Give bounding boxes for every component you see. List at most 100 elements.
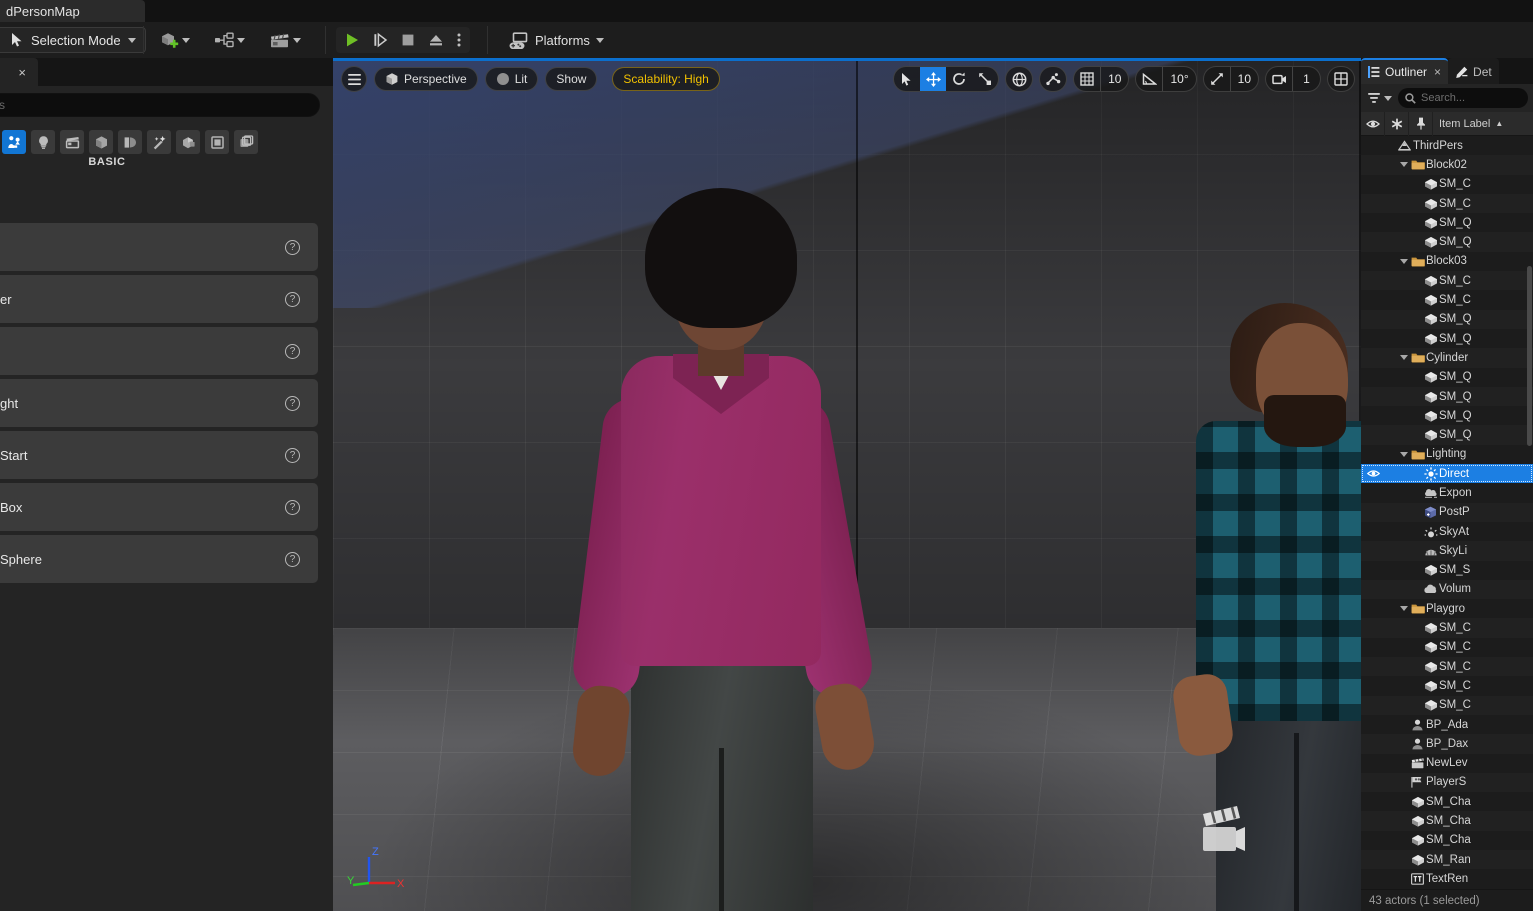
category-tab-all-classes[interactable] — [205, 130, 229, 154]
outliner-row-players[interactable]: PlayerS — [1361, 772, 1533, 793]
outliner-row-sm-c[interactable]: SM_C — [1361, 290, 1533, 309]
outliner-row-bp-ada[interactable]: BP_Ada — [1361, 715, 1533, 734]
camera-speed-toggle[interactable] — [1266, 67, 1292, 91]
outliner-row-block02[interactable]: Block02 — [1361, 155, 1533, 175]
outliner-row-volum[interactable]: Volum — [1361, 579, 1533, 600]
outliner-row-sm-cha[interactable]: SM_Cha — [1361, 831, 1533, 850]
outliner-row-postp[interactable]: PostP — [1361, 502, 1533, 522]
angle-snap-value[interactable]: 10° — [1162, 67, 1195, 91]
expand-triangle-icon[interactable] — [1398, 355, 1409, 361]
close-icon[interactable]: × — [18, 66, 26, 79]
scale-snap-toggle[interactable] — [1204, 67, 1230, 91]
level-viewport[interactable]: Perspective Lit Show Scalability: High 1… — [333, 58, 1361, 911]
blueprints-button[interactable] — [210, 26, 249, 54]
help-icon[interactable]: ? — [285, 343, 300, 359]
help-icon[interactable]: ? — [285, 499, 300, 515]
outliner-row-direct[interactable]: Direct — [1361, 464, 1533, 484]
platforms-button[interactable]: Platforms — [500, 27, 612, 53]
outliner-row-sm-q[interactable]: SM_Q — [1361, 213, 1533, 232]
rotate-tool-button[interactable] — [946, 67, 972, 91]
outliner-row-sm-c[interactable]: SM_C — [1361, 193, 1533, 214]
map-tab[interactable]: dPersonMap — [0, 0, 145, 22]
outliner-row-bp-dax[interactable]: BP_Dax — [1361, 734, 1533, 754]
angle-snap-toggle[interactable] — [1136, 67, 1162, 91]
scale-tool-button[interactable] — [972, 67, 998, 91]
close-icon[interactable]: × — [1434, 65, 1441, 79]
skip-button[interactable] — [367, 28, 393, 52]
category-tab-lights[interactable] — [31, 130, 55, 154]
category-tab-basic[interactable] — [2, 130, 26, 154]
outliner-row-sm-c[interactable]: SM_C — [1361, 638, 1533, 657]
outliner-row-sm-c[interactable]: SM_C — [1361, 271, 1533, 291]
help-icon[interactable]: ? — [285, 395, 300, 411]
outliner-row-sm-q[interactable]: SM_Q — [1361, 232, 1533, 252]
grid-snap-value[interactable]: 10 — [1100, 67, 1128, 91]
move-tool-button[interactable] — [920, 67, 947, 91]
select-tool-button[interactable] — [894, 67, 920, 91]
outliner-row-sm-cha[interactable]: SM_Cha — [1361, 811, 1533, 831]
outliner-row-sm-ran[interactable]: SM_Ran — [1361, 849, 1533, 870]
category-tab-visual-effects[interactable] — [147, 130, 171, 154]
outliner-row-expon[interactable]: Expon — [1361, 483, 1533, 502]
coordinate-system-button[interactable] — [1005, 66, 1034, 92]
outliner-row-cylinder[interactable]: Cylinder — [1361, 348, 1533, 368]
viewport-layout-button[interactable] — [1327, 66, 1355, 92]
place-actors-search-input[interactable]: s — [0, 93, 320, 117]
grid-snap-toggle[interactable] — [1074, 67, 1100, 91]
help-icon[interactable]: ? — [285, 447, 300, 463]
viewport-menu-button[interactable] — [341, 66, 367, 92]
outliner-row-sm-q[interactable]: SM_Q — [1361, 406, 1533, 425]
expand-triangle-icon[interactable] — [1398, 451, 1409, 457]
surface-snapping-button[interactable] — [1039, 66, 1068, 92]
column-item-label[interactable]: Item Label ▲ — [1433, 118, 1533, 130]
outliner-filter-button[interactable] — [1366, 90, 1394, 106]
outliner-row-skyat[interactable]: SkyAt — [1361, 522, 1533, 541]
tab-outliner[interactable]: Outliner × — [1361, 58, 1449, 84]
outliner-row-skyli[interactable]: SkyLi — [1361, 541, 1533, 561]
place-actor-item-3[interactable]: ght ? — [0, 379, 318, 427]
scale-snap-value[interactable]: 10 — [1229, 67, 1258, 91]
expand-triangle-icon[interactable] — [1398, 162, 1409, 168]
outliner-row-sm-q[interactable]: SM_Q — [1361, 329, 1533, 348]
character-female[interactable] — [533, 188, 953, 911]
category-tab-cinematic[interactable] — [60, 130, 84, 154]
outliner-row-sm-s[interactable]: SM_S — [1361, 561, 1533, 580]
viewport-scalability-button[interactable]: Scalability: High — [612, 67, 720, 91]
category-tab-shapes[interactable] — [89, 130, 113, 154]
outliner-row-block03[interactable]: Block03 — [1361, 252, 1533, 271]
outliner-row-playgro[interactable]: Playgro — [1361, 599, 1533, 618]
outliner-row-sm-q[interactable]: SM_Q — [1361, 309, 1533, 329]
column-favorite[interactable] — [1385, 111, 1409, 136]
outliner-row-thirdpers[interactable]: ThirdPers — [1361, 136, 1533, 155]
outliner-row-sm-c[interactable]: SM_C — [1361, 618, 1533, 638]
selection-mode-button[interactable]: Selection Mode — [0, 27, 146, 53]
visibility-toggle-icon[interactable] — [1361, 469, 1385, 478]
outliner-row-sm-q[interactable]: SM_Q — [1361, 425, 1533, 445]
expand-triangle-icon[interactable] — [1398, 606, 1409, 612]
tab-details[interactable]: Det — [1448, 58, 1499, 84]
outliner-row-newlev[interactable]: NewLev — [1361, 754, 1533, 773]
outliner-row-sm-cha[interactable]: SM_Cha — [1361, 792, 1533, 811]
outliner-tree[interactable]: ThirdPers Block02 SM_C SM_C SM_Q SM_Q Block03 S… — [1361, 136, 1533, 893]
outliner-row-sm-c[interactable]: SM_C — [1361, 695, 1533, 715]
help-icon[interactable]: ? — [285, 551, 300, 567]
place-actor-item-5[interactable]: Box ? — [0, 483, 318, 531]
help-icon[interactable]: ? — [285, 239, 300, 255]
camera-speed-value[interactable]: 1 — [1292, 67, 1320, 91]
outliner-row-lighting[interactable]: Lighting — [1361, 445, 1533, 464]
column-pin[interactable] — [1409, 111, 1433, 136]
outliner-row-sm-c[interactable]: SM_C — [1361, 657, 1533, 677]
play-more-options-button[interactable] — [451, 28, 467, 52]
eject-button[interactable] — [423, 28, 449, 52]
place-actor-item-4[interactable]: Start ? — [0, 431, 318, 479]
viewport-camera-type-button[interactable]: Perspective — [374, 67, 478, 91]
outliner-row-textren[interactable]: TextRen — [1361, 869, 1533, 888]
place-actor-item-6[interactable]: Sphere ? — [0, 535, 318, 583]
viewport-show-button[interactable]: Show — [545, 67, 598, 91]
column-visibility[interactable] — [1361, 111, 1385, 136]
place-actors-tab[interactable]: × — [0, 58, 38, 86]
outliner-row-sm-c[interactable]: SM_C — [1361, 676, 1533, 695]
viewport-view-mode-button[interactable]: Lit — [484, 67, 539, 91]
expand-triangle-icon[interactable] — [1398, 258, 1409, 264]
add-actor-button[interactable] — [155, 26, 194, 54]
